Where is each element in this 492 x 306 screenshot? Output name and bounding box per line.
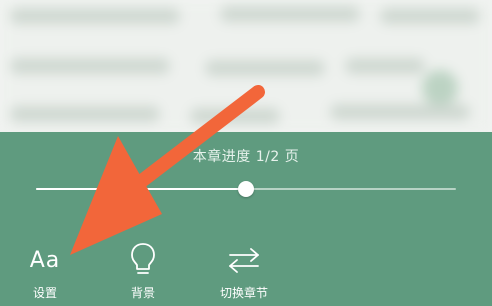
- swap-arrows-icon: [204, 240, 284, 280]
- blurred-text-line: [10, 106, 160, 122]
- switch-chapter-label: 切换章节: [219, 286, 268, 300]
- slider-fill: [36, 188, 246, 190]
- blurred-text-line: [10, 8, 180, 24]
- blurred-text-line: [380, 8, 480, 24]
- slider-thumb[interactable]: [238, 181, 254, 197]
- blurred-text-line: [330, 104, 470, 120]
- chapter-progress-label: 本章进度 1/2 页: [192, 149, 300, 165]
- font-size-icon: Aa: [29, 247, 61, 273]
- background-label: 背景: [130, 286, 155, 300]
- blurred-text-line: [220, 6, 360, 22]
- blurred-text-line: [345, 58, 425, 74]
- blurred-text-line: [205, 60, 325, 76]
- switch-chapter-button[interactable]: 切换章节: [204, 240, 284, 301]
- blurred-decoration: [422, 70, 458, 106]
- blurred-text-line: [190, 108, 280, 124]
- settings-button[interactable]: Aa 设置: [5, 240, 85, 301]
- background-button[interactable]: 背景: [103, 240, 183, 301]
- blurred-text-line: [10, 58, 170, 74]
- settings-label: 设置: [32, 286, 57, 300]
- blurred-reading-content: [0, 0, 492, 132]
- lightbulb-icon: [103, 240, 183, 280]
